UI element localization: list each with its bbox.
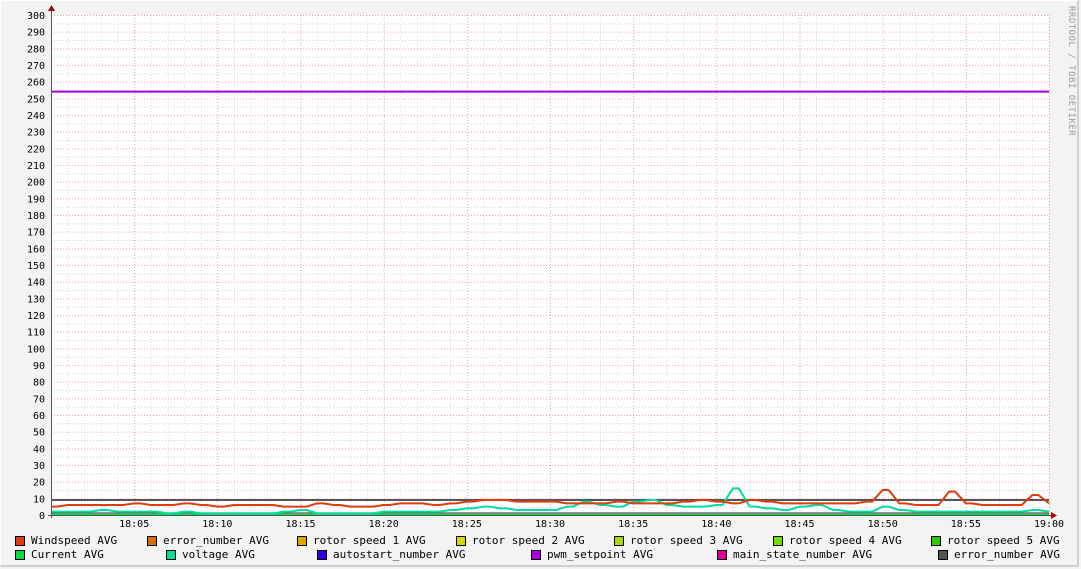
y-tick-label: 160 [27,244,45,255]
legend-swatch [773,535,783,546]
y-tick-label: 230 [27,128,45,139]
x-tick-label: 18:40 [701,519,731,530]
y-tick-label: 270 [27,61,45,72]
legend-swatch [147,535,157,546]
chart-plot: 0 10 20 30 40 50 60 70 80 90 100 110 120 130 140 150 160… [27,5,1064,530]
x-tick-label: 19:00 [1034,519,1064,530]
y-tick-label: 40 [33,444,45,455]
legend-label: error_number AVG [954,548,1060,561]
y-tick-label: 140 [27,278,45,289]
legend-item: autostart_number AVG [317,548,465,561]
legend-label: pwm_setpoint AVG [547,548,653,561]
legend-label: rotor speed 4 AVG [789,534,902,547]
x-tick-label: 18:10 [202,519,232,530]
y-tick-label: 260 [27,78,45,89]
legend-item: voltage AVG [166,548,255,561]
legend-label: rotor speed 2 AVG [472,534,585,547]
x-tick-label: 18:05 [119,519,149,530]
y-tick-label: 60 [33,411,45,422]
legend-swatch [531,549,541,560]
y-tick-label: 80 [33,378,45,389]
legend-item: rotor speed 4 AVG [773,534,902,547]
y-tick-label: 20 [33,478,45,489]
legend-swatch [938,549,948,560]
legend-item: Windspeed AVG [15,534,117,547]
legend-label: voltage AVG [182,548,255,561]
y-tick-label: 190 [27,194,45,205]
legend-label: error_number AVG [163,534,269,547]
legend-label: rotor speed 1 AVG [313,534,426,547]
legend-label: main_state_number AVG [733,548,873,561]
legend-label: rotor speed 3 AVG [630,534,743,547]
y-tick-label: 150 [27,261,45,272]
y-tick-label: 170 [27,228,45,239]
legend-label: Current AVG [31,548,104,561]
legend-swatch [297,535,307,546]
legend-item: rotor speed 2 AVG [456,534,585,547]
y-tick-label: 50 [33,428,45,439]
legend-swatch [15,535,25,546]
legend-label: autostart_number AVG [333,548,466,561]
y-tick-label: 130 [27,294,45,305]
legend-item: Current AVG [15,548,104,561]
y-tick-label: 30 [33,461,45,472]
y-tick-label: 210 [27,161,45,172]
watermark: RRDTOOL / TOBI OETIKER [1066,6,1076,137]
legend-item: error_number AVG [938,548,1060,561]
legend-item: main_state_number AVG [717,548,872,561]
legend-swatch [456,535,466,546]
legend-item: rotor speed 5 AVG [931,534,1060,547]
x-tick-label: 18:50 [868,519,898,530]
x-tick-label: 18:25 [452,519,482,530]
y-tick-label: 290 [27,28,45,39]
y-tick-label: 90 [33,361,45,372]
y-tick-label: 220 [27,144,45,155]
legend-swatch [15,549,25,560]
legend-swatch [317,549,327,560]
x-tick-label: 18:35 [618,519,648,530]
y-tick-label: 70 [33,394,45,405]
y-tick-label: 180 [27,211,45,222]
legend-swatch [614,535,624,546]
legend-item: rotor speed 3 AVG [614,534,743,547]
legend-swatch [166,549,176,560]
legend-swatch [717,549,727,560]
legend-item: pwm_setpoint AVG [531,548,653,561]
x-tick-label: 18:20 [369,519,399,530]
x-tick-label: 18:15 [285,519,315,530]
y-tick-label: 110 [27,328,45,339]
y-tick-label: 200 [27,178,45,189]
x-tick-label: 18:45 [784,519,814,530]
y-tick-label: 0 [39,511,45,522]
legend-label: rotor speed 5 AVG [947,534,1060,547]
legend-item: rotor speed 1 AVG [297,534,426,547]
y-tick-label: 100 [27,344,45,355]
x-axis-arrow-icon [1051,512,1057,519]
y-tick-label: 250 [27,94,45,105]
x-tick-label: 18:55 [951,519,981,530]
y-tick-label: 10 [33,494,45,505]
y-tick-label: 120 [27,311,45,322]
y-axis-arrow-icon [48,5,55,11]
y-tick-label: 240 [27,111,45,122]
x-tick-label: 18:30 [535,519,565,530]
y-tick-label: 280 [27,44,45,55]
legend-item: error_number AVG [147,534,269,547]
y-tick-label: 300 [27,11,45,22]
legend-swatch [931,535,941,546]
legend-label: Windspeed AVG [31,534,118,547]
